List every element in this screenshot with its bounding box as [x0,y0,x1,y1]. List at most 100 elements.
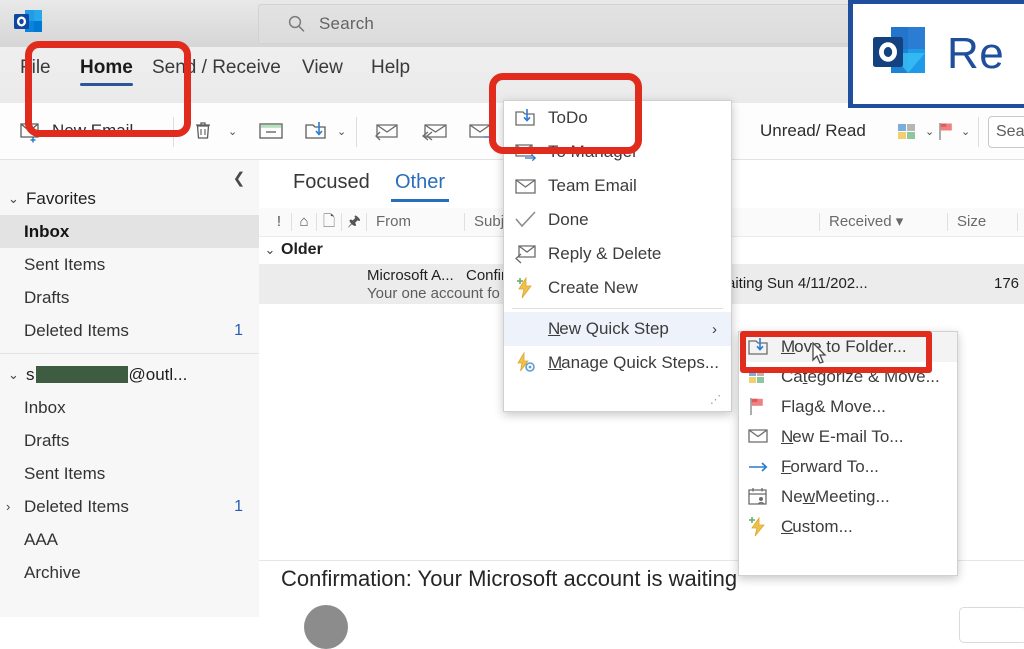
nav-group-favorites[interactable]: ⌄ Favorites [0,182,259,215]
tab-view[interactable]: View [302,57,343,79]
reply-icon [375,124,398,141]
sidebar-item-label: Deleted Items [24,320,129,340]
menu-item-todo[interactable]: ToDo [504,101,731,135]
move-to-folder-icon [747,336,781,358]
mail-icon [747,426,781,448]
sidebar-item-drafts-fav[interactable]: Drafts [0,281,259,314]
delete-chevron-down-icon[interactable]: ⌄ [228,125,237,138]
chevron-right-icon[interactable]: › [6,499,10,514]
tab-file-label: File [20,57,51,78]
branding-overlay: Re [848,0,1024,108]
unread-read-label: Unread/ Read [760,121,866,140]
tab-focused[interactable]: Focused [293,171,370,194]
new-email-button[interactable]: New Email ⌄ [18,103,148,159]
tab-other[interactable]: Other [391,171,450,202]
follow-up-chevron-down-icon[interactable]: ⌄ [961,125,970,138]
search-people-input[interactable]: Sea [988,116,1024,148]
menu-item-categorize-move[interactable]: Ca t egorize & Move... [739,362,957,392]
unread-read-button[interactable]: Unread/ Read [760,103,866,159]
tab-help[interactable]: Help [371,57,410,79]
menu-item-label: Ca [781,367,803,386]
reply-delete-icon [514,243,548,265]
categorize-chevron-down-icon[interactable]: ⌄ [925,125,934,138]
categorize-button[interactable]: ⌄ [895,103,934,159]
menu-item-accel: g [804,397,815,416]
tab-home-label: Home [80,57,133,78]
message-from: Microsoft A... [367,267,454,284]
menu-item-to-manager[interactable]: To Manager [504,135,731,169]
reply-all-button[interactable] [418,103,450,159]
tab-home[interactable]: Home [80,57,133,86]
menu-item-new-meeting[interactable]: Ne w Meeting... [739,482,957,512]
menu-resize-grip[interactable]: ⋰ [710,393,722,406]
ribbon-divider [173,117,174,147]
sidebar-item-label: Sent Items [24,254,106,274]
sidebar-item-sent-items[interactable]: Sent Items [0,457,259,490]
menu-item-manage-quick-steps[interactable]: Manage Quick Steps... [504,346,731,380]
sidebar-item-inbox-fav[interactable]: Inbox [0,215,259,248]
menu-item-custom[interactable]: Custom... [739,512,957,542]
tab-view-label: View [302,57,343,78]
chevron-down-icon: ⌄ [8,366,19,382]
menu-item-label: ToDo [548,108,588,127]
column-from[interactable]: From [367,213,465,231]
menu-item-reply-delete[interactable]: Reply & Delete [504,237,731,271]
menu-item-new-quick-step[interactable]: New Quick Step › [504,312,731,346]
archive-icon [259,123,283,139]
menu-item-new-email-to[interactable]: New E-mail To... [739,422,957,452]
menu-item-label: ustom... [792,517,853,536]
sidebar-item-label: Sent Items [24,463,106,483]
nav-divider [0,353,259,354]
menu-item-label-rest: egorize & Move... [807,367,940,386]
move-chevron-down-icon[interactable]: ⌄ [337,125,346,138]
new-email-chevron-down-icon[interactable]: ⌄ [139,125,148,138]
nav-group-account[interactable]: ⌄ s @outl... [0,358,259,391]
flag-icon [747,396,781,418]
move-to-folder-icon [305,122,326,139]
follow-up-button[interactable]: ⌄ [935,103,970,159]
new-email-icon [20,123,39,143]
column-attachment-icon[interactable]: 🖈 [342,213,367,231]
column-size[interactable]: Size [948,213,1018,231]
reading-pane-action-button[interactable] [959,607,1024,643]
move-to-folder-button[interactable]: ⌄ [303,103,346,159]
menu-item-label: ew E-mail To... [792,427,904,446]
new-email-label: New Email [52,121,134,140]
forward-mail-icon [514,141,548,163]
flag-icon [939,123,952,140]
reply-button[interactable] [372,103,402,159]
sidebar-item-sent-items-fav[interactable]: Sent Items [0,248,259,281]
sidebar-item-aaa[interactable]: AAA [0,523,259,556]
tab-help-label: Help [371,57,411,78]
menu-item-accel: M [781,337,796,356]
sidebar-item-deleted-items[interactable]: › Deleted Items 1 [0,490,259,523]
sidebar-item-inbox[interactable]: Inbox [0,391,259,424]
column-icon-icon[interactable]: 🗋 [317,213,342,231]
column-received[interactable]: Received ▾ [820,213,948,231]
tab-file[interactable]: File [20,57,51,79]
menu-item-done[interactable]: Done [504,203,731,237]
menu-item-forward-to[interactable]: Forward To... [739,452,957,482]
column-importance-icon[interactable]: ! [267,213,292,231]
sidebar-item-drafts[interactable]: Drafts [0,424,259,457]
column-reminder-icon[interactable]: ⌂ [292,213,317,231]
menu-item-create-new[interactable]: Create New [504,271,731,305]
menu-item-label: Reply & Delete [548,244,662,263]
menu-item-accel: M [548,353,563,372]
group-header-label: Older [281,241,323,258]
menu-item-flag-move[interactable]: Fla g & Move... [739,392,957,422]
menu-item-label: Ne [781,487,803,506]
delete-button[interactable]: ⌄ [192,103,237,159]
menu-item-label: anage Quick Steps... [561,353,719,372]
tab-focused-label: Focused [293,171,370,193]
sidebar-item-archive[interactable]: Archive [0,556,259,589]
message-subject-tail: aiting [727,275,763,292]
forward-button[interactable] [466,103,496,159]
search-input[interactable]: Search [258,4,860,44]
sidebar-item-deleted-items-fav[interactable]: Deleted Items 1 [0,314,259,347]
menu-item-move-to-folder[interactable]: Move to Folder... [739,332,957,362]
archive-button[interactable] [257,103,285,159]
menu-item-team-email[interactable]: Team Email [504,169,731,203]
check-icon [514,209,548,231]
tab-send-receive[interactable]: Send / Receive [152,57,281,79]
